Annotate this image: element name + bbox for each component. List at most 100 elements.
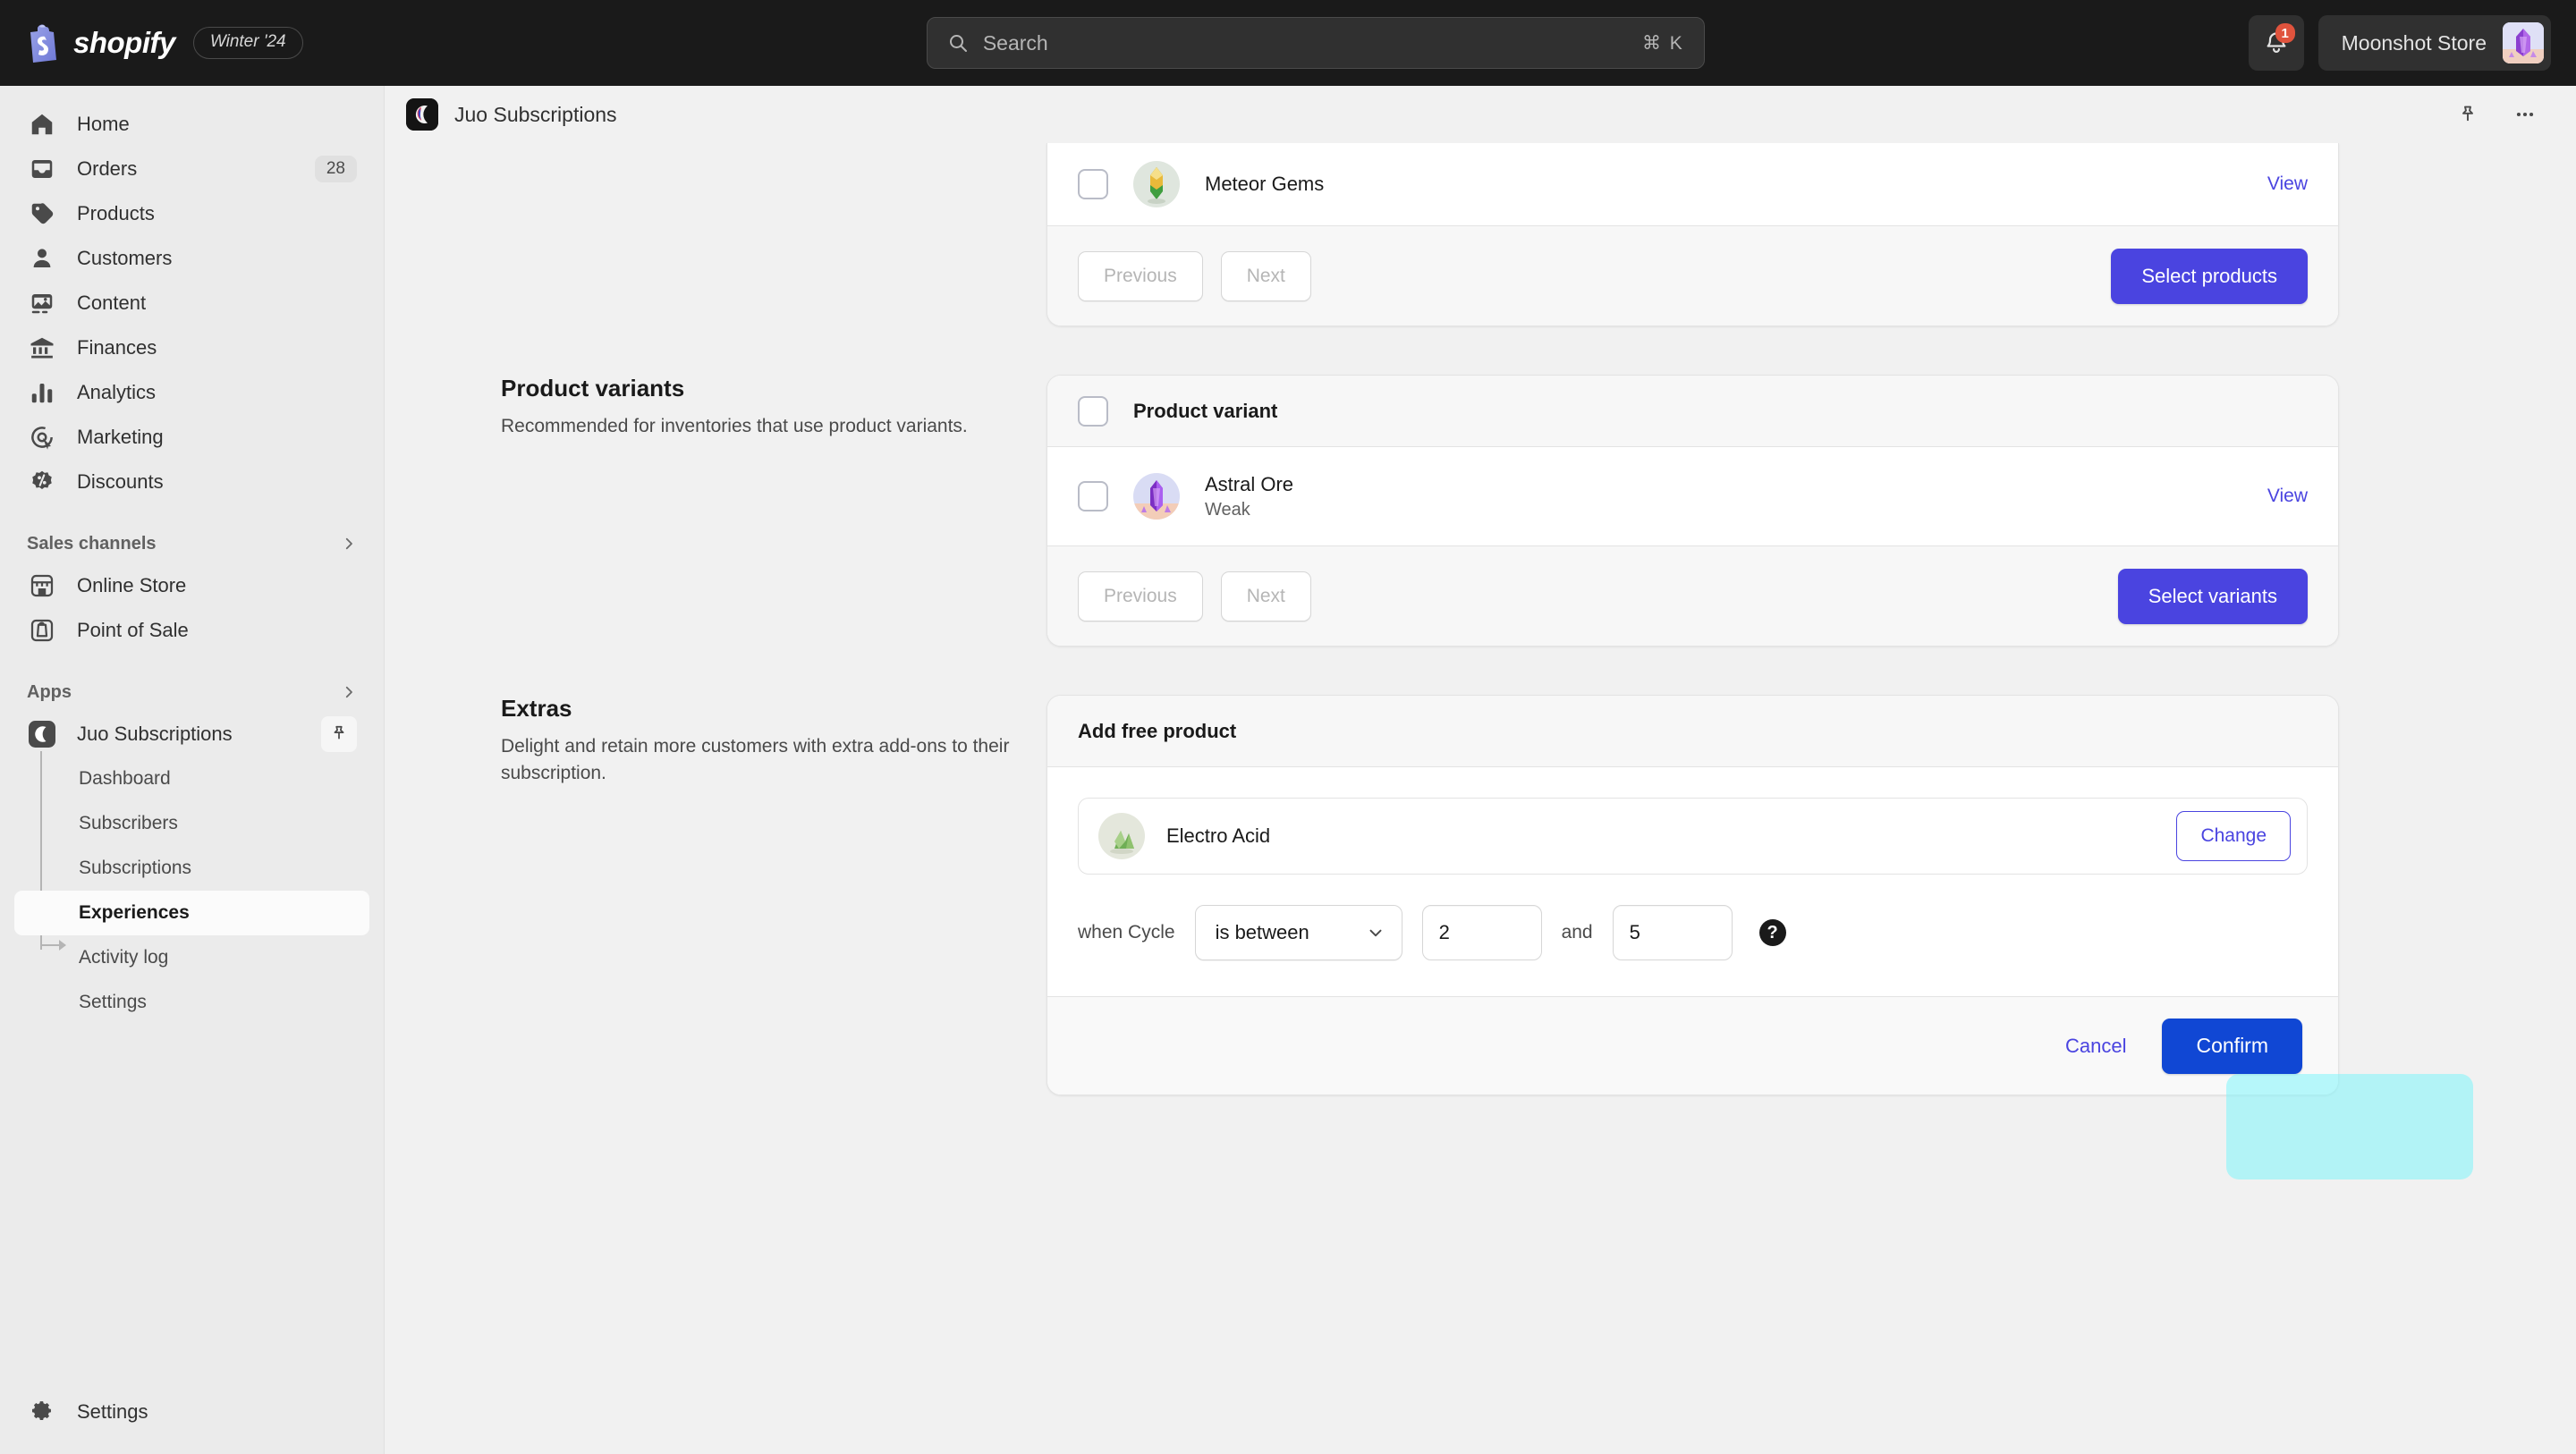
- cycle-from-input[interactable]: [1421, 905, 1542, 960]
- sidebar-label: Products: [77, 202, 155, 224]
- sidebar-item-finances[interactable]: Finances: [14, 325, 369, 370]
- sidebar-item-settings[interactable]: Settings: [14, 1390, 369, 1434]
- sidebar-item-online-store[interactable]: Online Store: [14, 563, 369, 608]
- cycle-to-input[interactable]: [1612, 905, 1733, 960]
- previous-button[interactable]: Previous: [1078, 250, 1203, 301]
- next-button[interactable]: Next: [1220, 571, 1311, 621]
- free-product-name: Electro Acid: [1166, 824, 1271, 847]
- sidebar-item-subscribers[interactable]: Subscribers: [14, 801, 369, 846]
- sidebar-label: Subscribers: [79, 813, 178, 833]
- sidebar-item-juo-subscriptions[interactable]: Juo Subscriptions: [14, 712, 369, 757]
- variants-card-col: Product variant Astral Ore Weak View Pre…: [1046, 375, 2339, 647]
- online-store-icon: [27, 571, 57, 601]
- table-row[interactable]: Meteor Gems View: [1047, 143, 2338, 225]
- main-content: Juo Subscriptions Meteor Gems View Previ…: [385, 86, 2576, 1454]
- help-question-icon[interactable]: ?: [1758, 919, 1786, 946]
- shopify-logo[interactable]: shopify: [25, 23, 175, 63]
- app-body: Home Orders 28 Products Customers Conten…: [0, 86, 2576, 1454]
- season-badge: Winter '24: [192, 27, 303, 59]
- previous-button[interactable]: Previous: [1078, 571, 1203, 621]
- next-button[interactable]: Next: [1220, 250, 1311, 301]
- app-header-actions: [2451, 97, 2542, 131]
- condition-operator-value: is between: [1215, 921, 1309, 943]
- view-link[interactable]: View: [2267, 173, 2308, 195]
- sidebar-label: Orders: [77, 157, 138, 180]
- finances-bank-icon: [27, 333, 57, 363]
- apps-header[interactable]: Apps: [0, 672, 384, 712]
- sidebar-item-point-of-sale[interactable]: Point of Sale: [14, 608, 369, 653]
- extras-description: Delight and retain more customers with e…: [501, 736, 1010, 784]
- sidebar-item-marketing[interactable]: Marketing: [14, 415, 369, 460]
- point-of-sale-icon: [27, 615, 57, 646]
- variant-name: Astral Ore: [1205, 472, 1294, 495]
- apps-list: Juo Subscriptions: [0, 712, 384, 757]
- discounts-badge-icon: [27, 467, 57, 497]
- sidebar-item-experiences[interactable]: Experiences: [14, 891, 369, 935]
- extras-heading: Extras: [501, 695, 572, 722]
- free-product-thumbnail: [1098, 813, 1145, 859]
- variants-section: Product variants Recommended for invento…: [385, 375, 2576, 647]
- sidebar-item-content[interactable]: Content: [14, 281, 369, 325]
- sidebar-label: Settings: [77, 1400, 148, 1423]
- variants-card-header: Product variant: [1047, 376, 2338, 447]
- cancel-button[interactable]: Cancel: [2065, 1035, 2126, 1058]
- extras-section-info: Extras Delight and retain more customers…: [385, 695, 1046, 1095]
- top-right-actions: 1 Moonshot Store: [2248, 15, 2551, 71]
- more-horizontal-icon[interactable]: [2508, 97, 2542, 131]
- view-link[interactable]: View: [2267, 486, 2308, 507]
- variants-heading: Product variants: [501, 375, 685, 402]
- chevron-right-icon: [341, 684, 357, 700]
- sidebar-item-analytics[interactable]: Analytics: [14, 370, 369, 415]
- sidebar-item-subscriptions[interactable]: Subscriptions: [14, 846, 369, 891]
- sidebar-item-orders[interactable]: Orders 28: [14, 147, 369, 191]
- scroll-content: Meteor Gems View Previous Next Select pr…: [385, 143, 2576, 1454]
- top-bar: shopify Winter '24 Search ⌘ K 1 Moonshot…: [0, 0, 2576, 86]
- gear-icon: [27, 1397, 57, 1427]
- home-icon: [27, 109, 57, 139]
- select-products-button[interactable]: Select products: [2111, 248, 2308, 304]
- sidebar-item-home[interactable]: Home: [14, 102, 369, 147]
- store-switcher[interactable]: Moonshot Store: [2318, 15, 2551, 71]
- orders-icon: [27, 154, 57, 184]
- apps-label: Apps: [27, 681, 72, 702]
- sidebar-label: Customers: [77, 247, 173, 269]
- select-variants-button[interactable]: Select variants: [2117, 568, 2308, 624]
- sidebar-item-activity-log[interactable]: Activity log: [14, 935, 369, 980]
- confirm-button[interactable]: Confirm: [2162, 1018, 2302, 1074]
- sidebar-item-discounts[interactable]: Discounts: [14, 460, 369, 504]
- notifications-button[interactable]: 1: [2248, 15, 2304, 71]
- pin-icon[interactable]: [2451, 97, 2485, 131]
- sidebar-label: Juo Subscriptions: [77, 723, 233, 745]
- variants-card: Product variant Astral Ore Weak View Pre…: [1046, 375, 2339, 647]
- variants-description: Recommended for inventories that use pro…: [501, 416, 968, 436]
- select-all-checkbox[interactable]: [1078, 395, 1108, 427]
- pin-app-button[interactable]: [321, 716, 357, 752]
- primary-nav: Home Orders 28 Products Customers Conten…: [0, 102, 384, 504]
- sidebar-item-products[interactable]: Products: [14, 191, 369, 236]
- search-input[interactable]: Search ⌘ K: [926, 17, 1705, 69]
- variant-subtitle: Weak: [1205, 499, 1250, 520]
- sales-channels-header[interactable]: Sales channels: [0, 524, 384, 563]
- condition-operator-select[interactable]: is between: [1194, 905, 1402, 960]
- sidebar-label: Analytics: [77, 381, 157, 403]
- row-checkbox[interactable]: [1078, 481, 1108, 511]
- sidebar-item-app-settings[interactable]: Settings: [14, 980, 369, 1025]
- variants-card-footer: Previous Next Select variants: [1047, 545, 2338, 646]
- extras-card: Add free product Electro Acid Change whe…: [1046, 695, 2339, 1095]
- shopify-admin-app: shopify Winter '24 Search ⌘ K 1 Moonshot…: [0, 0, 2576, 1454]
- search-shortcut: ⌘ K: [1641, 32, 1684, 54]
- sidebar-label: Subscriptions: [79, 858, 192, 878]
- extras-section: Extras Delight and retain more customers…: [385, 695, 2576, 1095]
- search-placeholder: Search: [982, 30, 1048, 55]
- table-row[interactable]: Astral Ore Weak View: [1047, 447, 2338, 545]
- condition-prefix: when Cycle: [1078, 922, 1175, 943]
- change-product-button[interactable]: Change: [2176, 811, 2291, 861]
- sidebar-item-dashboard[interactable]: Dashboard: [14, 757, 369, 801]
- sidebar-item-customers[interactable]: Customers: [14, 236, 369, 281]
- row-checkbox[interactable]: [1078, 169, 1108, 199]
- marketing-target-icon: [27, 422, 57, 452]
- sidebar-label: Activity log: [79, 947, 169, 968]
- page-title: Juo Subscriptions: [454, 102, 617, 126]
